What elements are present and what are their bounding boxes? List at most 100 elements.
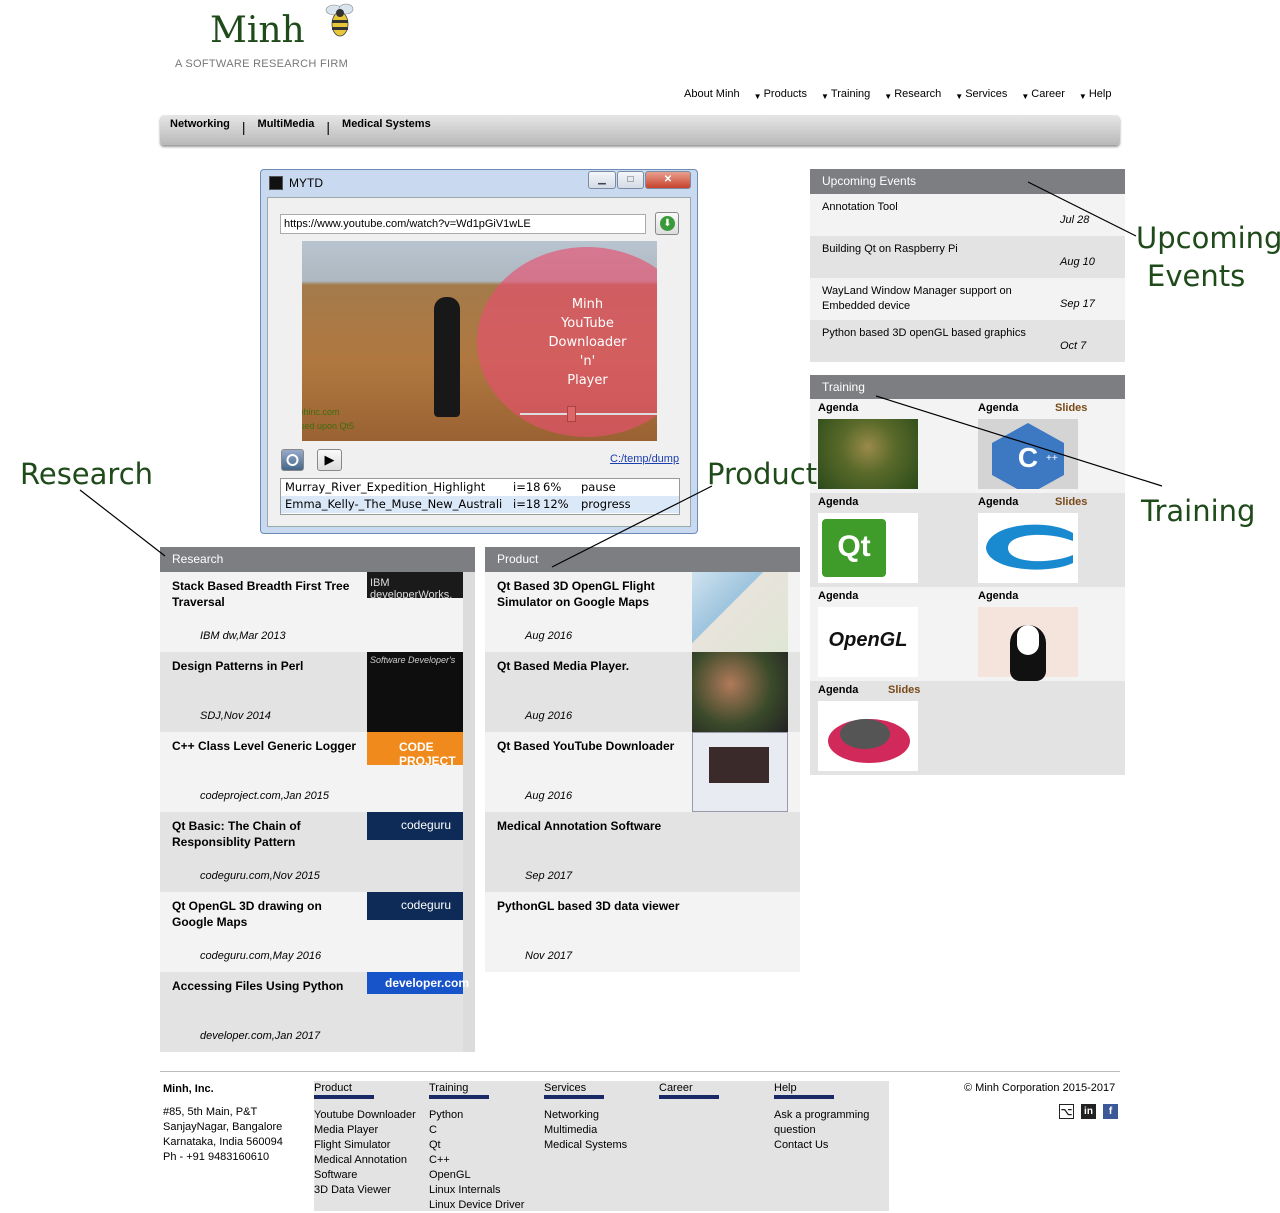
footer-link[interactable]: Media Player [314, 1123, 429, 1138]
footer-link[interactable]: Youtube Downloader [314, 1108, 429, 1123]
nav-career[interactable]: ▼ Career [1021, 88, 1065, 101]
footer-link[interactable]: Qt [429, 1138, 544, 1153]
product-item[interactable]: PythonGL based 3D data viewer Nov 2017 [485, 892, 800, 972]
event-item[interactable]: Building Qt on Raspberry Pi Aug 10 [810, 236, 1125, 278]
footer-link[interactable]: OpenGL [429, 1168, 544, 1183]
agenda-link[interactable]: Agenda [818, 684, 858, 696]
footer-link[interactable]: Networking [544, 1108, 659, 1123]
codeguru-logo: codeguru [367, 812, 463, 892]
footer-link[interactable]: Medical Annotation [314, 1153, 429, 1168]
svg-text:C: C [1018, 442, 1038, 473]
nav-research[interactable]: ▼ Research [884, 88, 941, 101]
cpp-logo-icon: C ++ [992, 423, 1064, 495]
research-item[interactable]: Qt Basic: The Chain of Responsiblity Pat… [160, 812, 463, 892]
cpp-logo-image[interactable]: C ++ [978, 419, 1078, 495]
close-button[interactable]: ✕ [645, 171, 691, 189]
c-logo-image[interactable] [978, 513, 1078, 583]
footer-link[interactable]: Multimedia [544, 1123, 659, 1138]
product-item[interactable]: Qt Based 3D OpenGL Flight Simulator on G… [485, 572, 800, 652]
maximize-button[interactable]: □ [617, 171, 644, 189]
subnav-networking[interactable]: Networking [170, 118, 242, 145]
footer-col-help: Help Ask a programming question Contact … [774, 1081, 889, 1153]
video-person-figure [434, 297, 460, 417]
research-item[interactable]: Qt OpenGL 3D drawing on Google Maps code… [160, 892, 463, 972]
qt-logo-image[interactable]: Qt [818, 513, 918, 583]
nav-services[interactable]: ▼ Services [955, 88, 1007, 101]
training-row: Agenda Agenda Slides C ++ [810, 399, 1125, 495]
play-icon: ▶ [324, 452, 335, 467]
footer-link[interactable]: question [774, 1123, 889, 1138]
upcoming-events-panel: Upcoming Events Annotation Tool Jul 28 Bu… [810, 169, 1125, 362]
nav-training[interactable]: ▼ Training [821, 88, 870, 101]
output-folder-link[interactable]: C:/temp/dump [610, 453, 679, 465]
svg-text:++: ++ [1046, 453, 1058, 464]
bee-logo-icon [325, 3, 354, 37]
slides-link[interactable]: Slides [1055, 496, 1087, 508]
footer-link[interactable]: Python [429, 1108, 544, 1123]
play-button[interactable]: ▶ [317, 449, 342, 471]
download-list: Murray_River_Expedition_Highlight i=18 6… [280, 478, 680, 515]
nav-about[interactable]: About Minh [684, 88, 740, 101]
footer-link[interactable]: C++ [429, 1153, 544, 1168]
linux-tux-image[interactable] [978, 607, 1078, 681]
software-developer-journal-cover: Software Developer's [367, 652, 463, 732]
subnav-medical-systems[interactable]: Medical Systems [342, 118, 443, 145]
dropdown-arrow-icon: ▼ [955, 92, 964, 101]
event-item[interactable]: Python based 3D openGL based graphics Oct… [810, 320, 1125, 362]
nav-products[interactable]: ▼ Products [754, 88, 807, 101]
download-button[interactable]: ⬇ [655, 212, 679, 235]
youtube-downloader-thumbnail [692, 732, 788, 812]
nav-help[interactable]: ▼ Help [1079, 88, 1112, 101]
footer-link[interactable]: Contact Us [774, 1138, 889, 1153]
social-links: ⌥ in f [1059, 1104, 1118, 1119]
agenda-link[interactable]: Agenda [818, 496, 858, 508]
minimize-button[interactable]: ▁ [588, 171, 616, 189]
linkedin-icon[interactable]: in [1081, 1104, 1096, 1119]
footer-link[interactable]: Flight Simulator [314, 1138, 429, 1153]
footer-link[interactable]: C [429, 1123, 544, 1138]
research-item[interactable]: Stack Based Breadth First Tree Traversal… [160, 572, 463, 652]
app-icon [269, 176, 283, 190]
research-item[interactable]: C++ Class Level Generic Logger codeproje… [160, 732, 463, 812]
agenda-link[interactable]: Agenda [818, 590, 858, 602]
agenda-link[interactable]: Agenda [818, 402, 858, 414]
dropdown-arrow-icon: ▼ [1078, 92, 1087, 101]
footer-link[interactable]: 3D Data Viewer [314, 1183, 429, 1198]
event-item[interactable]: Annotation Tool Jul 28 [810, 194, 1125, 236]
volume-slider-track[interactable] [520, 413, 657, 415]
facebook-icon[interactable]: f [1103, 1104, 1118, 1119]
brand-logo[interactable]: Minh [210, 10, 305, 51]
research-item[interactable]: Design Patterns in Perl SDJ,Nov 2014 Sof… [160, 652, 463, 732]
subnav-separator: | [326, 119, 331, 135]
download-row[interactable]: Murray_River_Expedition_Highlight i=18 6… [281, 479, 679, 496]
footer-col-services: Services Networking Multimedia Medical S… [544, 1081, 659, 1153]
url-input[interactable]: https://www.youtube.com/watch?v=Wd1pGiV1… [280, 214, 646, 234]
github-icon[interactable]: ⌥ [1059, 1104, 1074, 1119]
agenda-link[interactable]: Agenda [978, 590, 1018, 602]
slides-link[interactable]: Slides [1055, 402, 1087, 414]
slides-link[interactable]: Slides [888, 684, 920, 696]
sub-navigation-bar: Networking | MultiMedia | Medical System… [160, 115, 1120, 145]
refresh-button[interactable] [281, 449, 304, 471]
product-item[interactable]: Medical Annotation Software Sep 2017 [485, 812, 800, 892]
agenda-link[interactable]: Agenda [978, 496, 1018, 508]
linux-kernel-diagram-image[interactable] [818, 701, 918, 771]
media-player-thumbnail [692, 652, 788, 732]
footer-link[interactable]: Linux Internals [429, 1183, 544, 1198]
footer-link[interactable]: Software [314, 1168, 429, 1183]
product-item[interactable]: Qt Based Media Player. Aug 2016 [485, 652, 800, 732]
agenda-link[interactable]: Agenda [978, 402, 1018, 414]
research-item[interactable]: Accessing Files Using Python developer.c… [160, 972, 469, 1052]
volume-slider-handle[interactable] [567, 406, 576, 422]
subnav-multimedia[interactable]: MultiMedia [258, 118, 327, 145]
video-preview[interactable]: Minh YouTube Downloader 'n' Player minhi… [302, 241, 657, 441]
download-row[interactable]: Emma_Kelly-_The_Muse_New_Australi i=18 1… [281, 496, 679, 513]
research-header: Research [160, 547, 475, 572]
event-item[interactable]: WayLand Window Manager support on Embedd… [810, 278, 1125, 320]
annotation-product: Product [707, 457, 818, 491]
product-item[interactable]: Qt Based YouTube Downloader Aug 2016 [485, 732, 800, 812]
python-snake-image[interactable] [818, 419, 918, 489]
footer-link[interactable]: Medical Systems [544, 1138, 659, 1153]
footer-link[interactable]: Ask a programming [774, 1108, 889, 1123]
opengl-logo-image[interactable]: OpenGL [818, 607, 918, 677]
